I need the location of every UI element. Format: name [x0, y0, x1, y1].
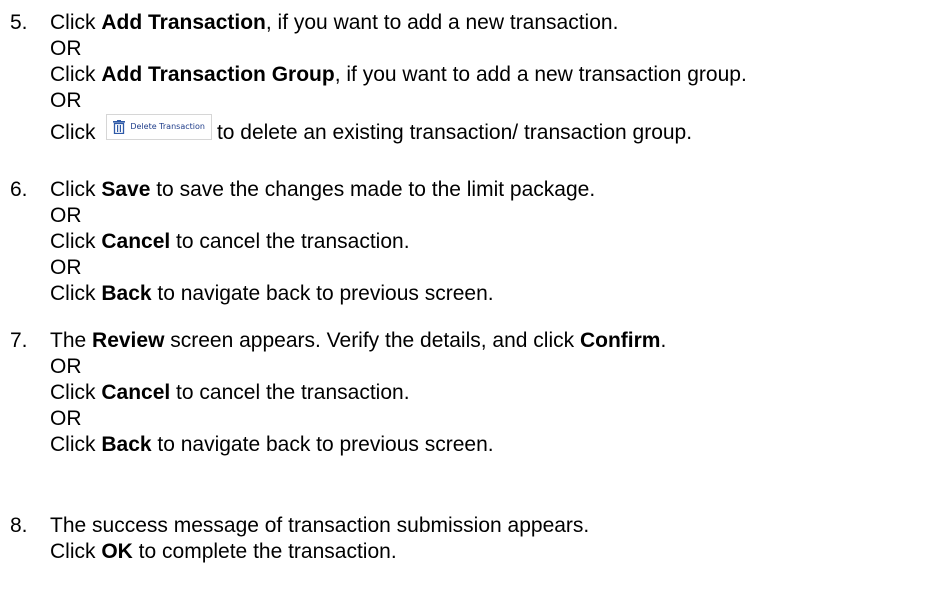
- instruction-line: The success message of transaction submi…: [50, 513, 940, 539]
- instruction-line: Click OK to complete the transaction.: [50, 539, 940, 565]
- text: to navigate back to previous screen.: [151, 433, 494, 456]
- document-page: 5. Click Add Transaction, if you want to…: [0, 0, 945, 593]
- instruction-line: Click Delete Transaction to delete an exi…: [50, 114, 940, 152]
- cancel-label: Cancel: [101, 230, 171, 253]
- or-line: OR: [50, 406, 940, 432]
- text: to delete an existing transaction/ trans…: [216, 121, 693, 144]
- back-label: Back: [101, 282, 152, 305]
- or-text: OR: [50, 256, 82, 279]
- text: .: [660, 329, 667, 352]
- text: , if you want to add a new transaction g…: [334, 63, 747, 86]
- text: Click: [50, 282, 102, 305]
- trash-icon: [113, 120, 126, 134]
- instruction-line: Click Cancel to cancel the transaction.: [50, 229, 940, 255]
- text: Click: [50, 433, 102, 456]
- text: Click: [50, 121, 102, 144]
- confirm-label: Confirm: [579, 329, 661, 352]
- or-text: OR: [50, 37, 82, 60]
- or-text: OR: [50, 355, 82, 378]
- instruction-line: Click Cancel to cancel the transaction.: [50, 380, 940, 406]
- text: Click: [50, 178, 102, 201]
- or-line: OR: [50, 88, 940, 114]
- text: The success message of transaction submi…: [50, 514, 590, 537]
- text: screen appears. Verify the details, and …: [164, 329, 580, 352]
- step-body: Click Add Transaction, if you want to ad…: [50, 10, 940, 152]
- or-line: OR: [50, 255, 940, 281]
- or-text: OR: [50, 204, 82, 227]
- instruction-line: Click Add Transaction, if you want to ad…: [50, 10, 940, 36]
- text: to cancel the transaction.: [170, 230, 410, 253]
- text: to save the changes made to the limit pa…: [150, 178, 596, 201]
- text: to cancel the transaction.: [170, 381, 410, 404]
- or-line: OR: [50, 354, 940, 380]
- step-body: The success message of transaction submi…: [50, 513, 940, 565]
- text: to complete the transaction.: [132, 540, 397, 563]
- or-line: OR: [50, 36, 940, 62]
- step-number: 5.: [10, 11, 28, 34]
- text: Click: [50, 63, 102, 86]
- text: Click: [50, 381, 102, 404]
- text: Click: [50, 11, 102, 34]
- add-transaction-label: Add Transaction: [101, 11, 266, 34]
- step-body: Click Save to save the changes made to t…: [50, 177, 940, 307]
- step-body: The Review screen appears. Verify the de…: [50, 328, 940, 458]
- text: Click: [50, 230, 102, 253]
- delete-transaction-button[interactable]: Delete Transaction: [106, 114, 212, 140]
- text: The: [50, 329, 93, 352]
- text: Click: [50, 540, 102, 563]
- cancel-label: Cancel: [101, 381, 171, 404]
- step-number: 6.: [10, 178, 28, 201]
- text: to navigate back to previous screen.: [151, 282, 494, 305]
- instruction-line: Click Back to navigate back to previous …: [50, 281, 940, 307]
- instruction-line: Click Add Transaction Group, if you want…: [50, 62, 940, 88]
- review-label: Review: [92, 329, 165, 352]
- instruction-line: Click Back to navigate back to previous …: [50, 432, 940, 458]
- save-label: Save: [101, 178, 151, 201]
- or-text: OR: [50, 89, 82, 112]
- step-number: 7.: [10, 329, 28, 352]
- back-label: Back: [101, 433, 152, 456]
- instruction-line: Click Save to save the changes made to t…: [50, 177, 940, 203]
- delete-transaction-label: Delete Transaction: [130, 122, 205, 131]
- text: , if you want to add a new transaction.: [265, 11, 619, 34]
- or-line: OR: [50, 203, 940, 229]
- or-text: OR: [50, 407, 82, 430]
- instruction-line: The Review screen appears. Verify the de…: [50, 328, 940, 354]
- ok-label: OK: [101, 540, 133, 563]
- add-transaction-group-label: Add Transaction Group: [101, 63, 335, 86]
- step-number: 8.: [10, 514, 28, 537]
